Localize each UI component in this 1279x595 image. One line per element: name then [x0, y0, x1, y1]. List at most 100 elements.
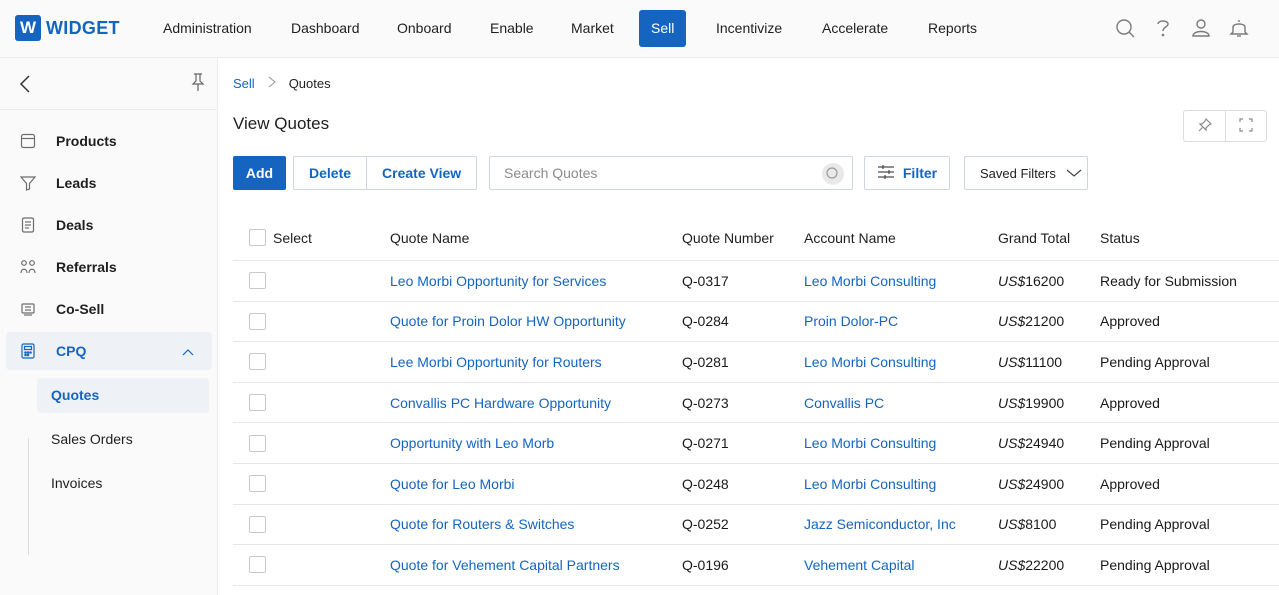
row-select-cell	[249, 302, 273, 342]
account-name-link[interactable]: Leo Morbi Consulting	[804, 464, 936, 504]
account-name-link[interactable]: Proin Dolor-PC	[804, 302, 898, 342]
select-all-checkbox[interactable]	[249, 229, 266, 246]
currency-code: US$	[998, 313, 1026, 330]
account-name-link[interactable]: Jazz Semiconductor, Inc	[804, 505, 956, 545]
row-checkbox[interactable]	[249, 272, 266, 290]
grand-total: US$ 24900	[998, 464, 1064, 504]
fullscreen-button[interactable]	[1225, 111, 1266, 141]
quote-number: Q-0271	[682, 435, 729, 452]
sidebar-subitem-quotes[interactable]: Quotes	[37, 378, 209, 413]
nav-item-onboard[interactable]: Onboard	[385, 10, 463, 47]
deals-icon	[20, 217, 36, 233]
quote-name-link[interactable]: Quote for Proin Dolor HW Opportunity	[390, 302, 626, 342]
search-input[interactable]	[504, 165, 804, 181]
brand-logo[interactable]: W WIDGET	[15, 15, 120, 41]
sidebar-item-products[interactable]: Products	[6, 122, 212, 160]
quote-number: Q-0196	[682, 556, 729, 573]
quote-name-link[interactable]: Quote for Routers & Switches	[390, 505, 574, 545]
account-name-link[interactable]: Convallis PC	[804, 383, 884, 423]
sidebar-subitem-invoices[interactable]: Invoices	[37, 466, 209, 501]
sidebar-item-leads[interactable]: Leads	[6, 164, 212, 202]
quote-number: Q-0273	[682, 394, 729, 411]
currency-code: US$	[998, 556, 1026, 573]
referrals-icon	[20, 259, 36, 275]
create-view-button[interactable]: Create View	[366, 157, 476, 189]
sidebar-item-cpq[interactable]: CPQ	[6, 332, 212, 370]
amount: 24900	[1025, 475, 1065, 492]
nav-item-incentivize[interactable]: Incentivize	[704, 10, 794, 47]
collapse-back-icon[interactable]	[18, 74, 32, 97]
co-sell-icon	[20, 301, 36, 317]
table-row: Leo Morbi Opportunity for Services Q-031…	[233, 261, 1279, 302]
logo-mark: W	[15, 15, 41, 41]
currency-code: US$	[998, 516, 1026, 533]
row-checkbox[interactable]	[249, 312, 266, 330]
nav-item-enable[interactable]: Enable	[478, 10, 546, 47]
row-checkbox[interactable]	[249, 515, 266, 533]
row-checkbox[interactable]	[249, 353, 266, 371]
toolbar: Add Delete Create View Filter Saved Filt…	[233, 156, 1279, 191]
quote-name-link[interactable]: Lee Morbi Opportunity for Routers	[390, 342, 602, 382]
nav-item-reports[interactable]: Reports	[916, 10, 989, 47]
row-checkbox[interactable]	[249, 475, 266, 493]
help-icon[interactable]	[1151, 14, 1175, 42]
breadcrumb-link-sell[interactable]: Sell	[233, 76, 255, 91]
account-name-link[interactable]: Leo Morbi Consulting	[804, 342, 936, 382]
currency-code: US$	[998, 475, 1026, 492]
pin-sidebar-icon[interactable]	[191, 72, 205, 95]
nav-item-accelerate[interactable]: Accelerate	[810, 10, 900, 47]
currency-code: US$	[998, 435, 1026, 452]
column-header-quote-name[interactable]: Quote Name	[390, 215, 469, 260]
filter-button[interactable]: Filter	[864, 156, 950, 190]
saved-filters-dropdown[interactable]: Saved Filters	[964, 156, 1088, 190]
quote-name-link[interactable]: Convallis PC Hardware Opportunity	[390, 383, 611, 423]
delete-button[interactable]: Delete	[294, 157, 366, 189]
row-checkbox[interactable]	[249, 394, 266, 412]
add-button[interactable]: Add	[233, 156, 286, 190]
quote-number: Q-0317	[682, 272, 729, 289]
table-row: Convallis PC Hardware Opportunity Q-0273…	[233, 383, 1279, 424]
status-text: Pending Approval	[1100, 556, 1210, 573]
quote-name-link[interactable]: Quote for Leo Morbi	[390, 464, 515, 504]
column-header-grand-total[interactable]: Grand Total	[998, 215, 1070, 260]
row-checkbox[interactable]	[249, 556, 266, 574]
amount: 11100	[1025, 353, 1063, 370]
search-icon[interactable]	[1113, 14, 1137, 42]
account-name-link[interactable]: Vehement Capital	[804, 545, 915, 585]
amount: 21200	[1025, 313, 1065, 330]
pin-view-button[interactable]	[1184, 111, 1225, 141]
user-icon[interactable]	[1189, 14, 1213, 42]
column-header-quote-number[interactable]: Quote Number	[682, 215, 774, 260]
expand-icon	[1239, 117, 1253, 135]
status-text: Approved	[1100, 475, 1160, 492]
nav-item-sell[interactable]: Sell	[639, 10, 687, 47]
sidebar-item-co-sell[interactable]: Co-Sell	[6, 290, 212, 328]
sidebar-subitem-sales-orders[interactable]: Sales Orders	[37, 422, 209, 457]
row-select-cell	[249, 464, 273, 504]
table-row: Opportunity with Leo Morb Q-0271 Leo Mor…	[233, 423, 1279, 464]
quote-name-link[interactable]: Quote for Vehement Capital Partners	[390, 545, 620, 585]
amount: 16200	[1025, 272, 1065, 289]
column-header-account-name[interactable]: Account Name	[804, 215, 896, 260]
account-name-link[interactable]: Leo Morbi Consulting	[804, 261, 936, 301]
quote-name-link[interactable]: Leo Morbi Opportunity for Services	[390, 261, 606, 301]
row-select-cell	[249, 261, 273, 301]
nav-item-market[interactable]: Market	[559, 10, 626, 47]
search-icon[interactable]	[822, 163, 844, 185]
table-row: Quote for Routers & Switches Q-0252 Jazz…	[233, 505, 1279, 546]
nav-item-dashboard[interactable]: Dashboard	[279, 10, 372, 47]
notification-bell-icon[interactable]	[1227, 14, 1251, 42]
account-name-link[interactable]: Leo Morbi Consulting	[804, 423, 936, 463]
sidebar-item-referrals[interactable]: Referrals	[6, 248, 212, 286]
row-checkbox[interactable]	[249, 434, 266, 452]
nav-item-administration[interactable]: Administration	[151, 10, 264, 47]
column-header-status[interactable]: Status	[1100, 215, 1140, 260]
sidebar-item-label: CPQ	[56, 343, 87, 359]
amount: 22200	[1025, 556, 1065, 573]
filter-label: Filter	[902, 165, 938, 181]
grand-total: US$ 21200	[998, 302, 1064, 342]
saved-filters-label: Saved Filters	[980, 165, 1056, 181]
quote-name-link[interactable]: Opportunity with Leo Morb	[390, 423, 554, 463]
sidebar-item-deals[interactable]: Deals	[6, 206, 212, 244]
grand-total: US$ 24940	[998, 423, 1064, 463]
